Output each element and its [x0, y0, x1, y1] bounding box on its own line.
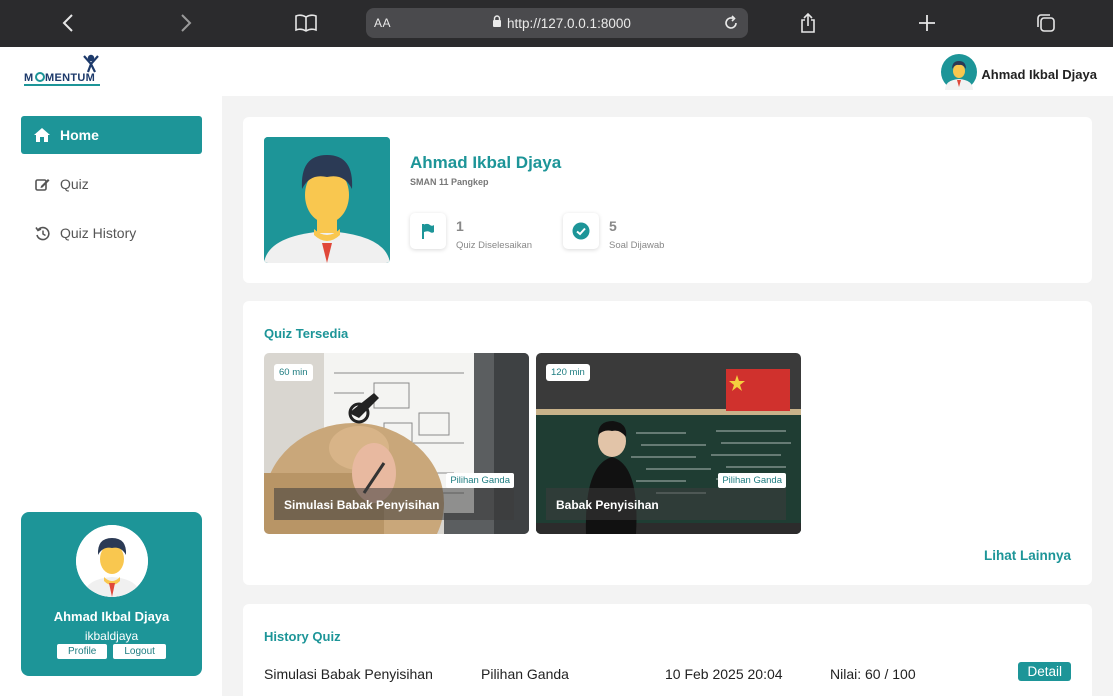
- address-bar[interactable]: AA http://127.0.0.1:8000: [366, 8, 748, 38]
- url-text: http://127.0.0.1:8000: [507, 15, 631, 31]
- history-icon: [34, 225, 50, 241]
- logout-button[interactable]: Logout: [113, 644, 166, 659]
- momentum-logo[interactable]: M MENTUM: [24, 52, 104, 92]
- sidebar-item-label: Home: [60, 127, 99, 143]
- quiz-type-badge: Pilihan Ganda: [446, 473, 514, 488]
- browser-toolbar: AA http://127.0.0.1:8000: [0, 0, 1113, 47]
- share-icon[interactable]: [792, 8, 824, 38]
- profile-button[interactable]: Profile: [57, 644, 108, 659]
- reload-icon[interactable]: [722, 14, 740, 37]
- duration-badge: 120 min: [546, 364, 590, 381]
- header-user-menu[interactable]: Ahmad Ikbal Djaya: [941, 54, 1097, 95]
- user-photo: [264, 137, 390, 263]
- home-icon: [34, 127, 50, 143]
- sidebar-item-label: Quiz: [60, 176, 89, 192]
- stat-label: Quiz Diselesaikan: [456, 240, 533, 251]
- avatar: [76, 525, 148, 597]
- history-quiz-type: Pilihan Ganda: [481, 666, 569, 682]
- bookmarks-icon[interactable]: [290, 8, 322, 38]
- user-school: SMAN 11 Pangkep: [410, 177, 489, 187]
- app-header: M MENTUM Ahmad Ikbal Djaya: [0, 47, 1113, 96]
- stat-questions-answered: 5 Soal Dijawab: [563, 213, 664, 251]
- stat-label: Soal Dijawab: [609, 240, 665, 251]
- history-quiz-name: Simulasi Babak Penyisihan: [264, 666, 433, 682]
- detail-button[interactable]: Detail: [1018, 662, 1071, 681]
- stat-quiz-completed: 1 Quiz Diselesaikan: [410, 213, 532, 251]
- stat-value: 5: [609, 218, 617, 234]
- sidebar: Home Quiz Quiz History Ahmad Ikbal Djaya…: [0, 96, 222, 696]
- section-title: History Quiz: [264, 629, 341, 644]
- see-more-link[interactable]: Lihat Lainnya: [984, 548, 1071, 563]
- history-date: 10 Feb 2025 20:04: [665, 666, 783, 682]
- history-score: Nilai: 60 / 100: [830, 666, 916, 682]
- sidebar-item-quiz-history[interactable]: Quiz History: [21, 214, 202, 252]
- text-size-button[interactable]: AA: [374, 16, 391, 30]
- available-quiz-card: Quiz Tersedia 60 min Pilihan Ganda Simul…: [243, 301, 1092, 585]
- edit-icon: [34, 176, 50, 192]
- svg-text:M: M: [24, 72, 33, 84]
- sidebar-profile-username: ikbaldjaya: [84, 629, 139, 643]
- section-title: Quiz Tersedia: [264, 326, 349, 341]
- check-circle-icon: [563, 213, 599, 249]
- quiz-type-badge: Pilihan Ganda: [718, 473, 786, 488]
- sidebar-item-label: Quiz History: [60, 225, 137, 241]
- sidebar-profile-card: Ahmad Ikbal Djaya ikbaldjaya Profile Log…: [21, 512, 202, 676]
- lock-icon: [492, 15, 502, 31]
- new-tab-icon[interactable]: [911, 8, 943, 38]
- profile-summary-card: Ahmad Ikbal Djaya SMAN 11 Pangkep 1 Quiz…: [243, 117, 1092, 283]
- stat-value: 1: [456, 218, 464, 234]
- header-user-name: Ahmad Ikbal Djaya: [981, 67, 1097, 82]
- flag-icon: [410, 213, 446, 249]
- quiz-history-card: History Quiz Simulasi Babak Penyisihan P…: [243, 604, 1092, 696]
- tabs-overview-icon[interactable]: [1030, 8, 1062, 38]
- user-name: Ahmad Ikbal Djaya: [410, 153, 562, 172]
- duration-badge: 60 min: [274, 364, 313, 381]
- sidebar-item-quiz[interactable]: Quiz: [21, 165, 202, 203]
- sidebar-profile-name: Ahmad Ikbal Djaya: [53, 609, 170, 624]
- quiz-card[interactable]: 60 min Pilihan Ganda Simulasi Babak Peny…: [264, 353, 529, 534]
- sidebar-item-home[interactable]: Home: [21, 116, 202, 154]
- quiz-card[interactable]: 120 min Pilihan Ganda Babak Penyisihan: [536, 353, 801, 534]
- quiz-title: Babak Penyisihan: [546, 488, 786, 520]
- avatar: [941, 54, 978, 95]
- back-icon[interactable]: [52, 8, 84, 38]
- svg-text:MENTUM: MENTUM: [45, 72, 95, 84]
- forward-icon[interactable]: [170, 8, 202, 38]
- quiz-title: Simulasi Babak Penyisihan: [274, 488, 514, 520]
